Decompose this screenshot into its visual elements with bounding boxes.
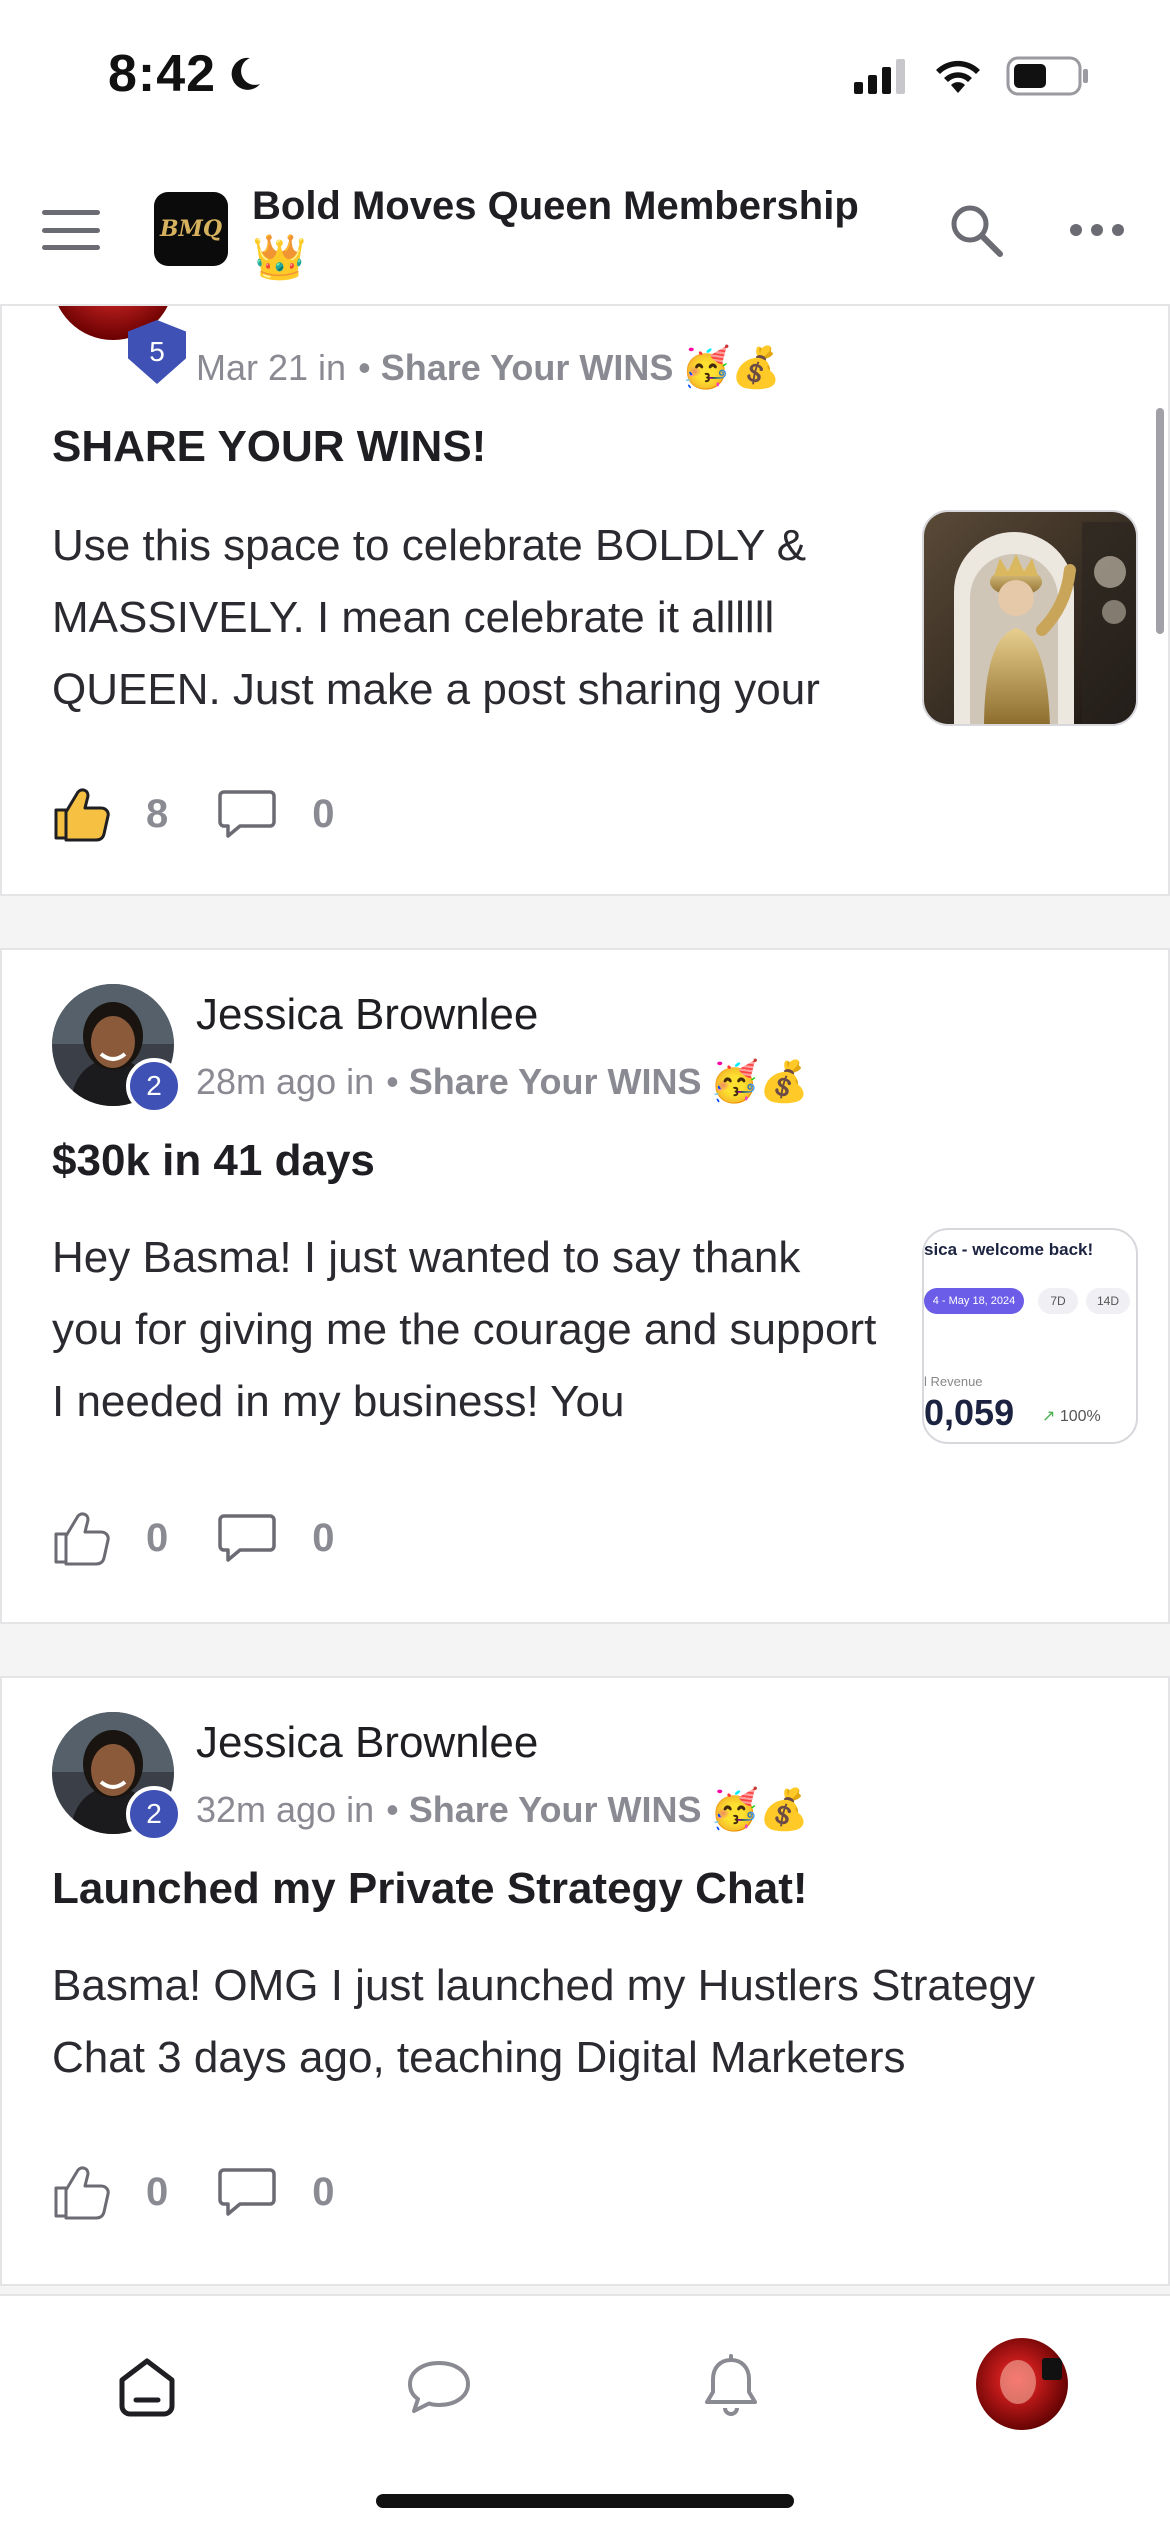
- thumb-greeting: sica - welcome back!: [924, 1240, 1094, 1259]
- nav-home[interactable]: [102, 2342, 192, 2432]
- thumbs-up-icon: [54, 1512, 110, 1566]
- like-count: 8: [146, 791, 169, 836]
- status-time: 8:42: [108, 44, 264, 104]
- status-indicators: [854, 56, 1090, 96]
- post-actions: 0 0: [52, 2164, 385, 2220]
- post-time: 32m ago in: [196, 1788, 375, 1830]
- thumbs-up-icon: [54, 2166, 110, 2220]
- like-button[interactable]: 8: [52, 786, 168, 842]
- like-count: 0: [146, 2169, 169, 2214]
- post-actions: 0 0: [52, 1510, 385, 1566]
- like-count: 0: [146, 1515, 169, 1560]
- level-badge: 2: [126, 1786, 182, 1842]
- post-time: Mar 21 in: [196, 346, 347, 388]
- community-title[interactable]: Bold Moves Queen Membership 👑: [252, 180, 892, 285]
- comment-icon: [218, 2168, 276, 2216]
- meta-separator: •: [386, 1060, 399, 1102]
- like-button[interactable]: 0: [52, 1510, 168, 1566]
- avatar-image: [976, 2338, 1068, 2430]
- post-card[interactable]: 2 Jessica Brownlee 32m ago in • Share Yo…: [0, 1676, 1170, 2286]
- clock: 8:42: [108, 45, 217, 103]
- community-title-text: Bold Moves Queen Membership: [252, 184, 859, 228]
- nav-chat[interactable]: [394, 2342, 484, 2432]
- comment-button[interactable]: 0: [218, 1512, 335, 1564]
- bell-icon: [705, 2354, 757, 2416]
- post-title[interactable]: Launched my Private Strategy Chat!: [52, 1864, 808, 1914]
- moon-icon: [231, 57, 261, 90]
- thumb-revenue-label: l Revenue: [924, 1374, 983, 1389]
- thumb-change-value: 100%: [1059, 1408, 1101, 1425]
- signal-icon: [854, 59, 905, 94]
- comment-count: 0: [312, 1515, 335, 1560]
- post-meta: 28m ago in • Share Your WINS 🥳💰: [196, 1058, 809, 1105]
- chat-icon: [408, 2361, 470, 2413]
- home-icon: [119, 2358, 175, 2417]
- author-name[interactable]: Jessica Brownlee: [196, 1718, 538, 1768]
- battery-icon: [1006, 56, 1088, 96]
- space-emoji: 🥳💰: [709, 1787, 810, 1833]
- comment-button[interactable]: 0: [218, 2166, 335, 2218]
- post-body[interactable]: Use this space to celebrate BOLDLY & MAS…: [52, 510, 882, 726]
- space-link[interactable]: Share Your WINS: [409, 1789, 702, 1831]
- post-body[interactable]: Hey Basma! I just wanted to say thank yo…: [52, 1222, 882, 1438]
- post-title[interactable]: SHARE YOUR WINS!: [52, 422, 486, 472]
- thumb-tab-7d: 7D: [1038, 1288, 1078, 1314]
- thumb-date-range: 4 - May 18, 2024: [924, 1288, 1024, 1314]
- profile-avatar[interactable]: [976, 2338, 1068, 2430]
- like-button[interactable]: 0: [52, 2164, 168, 2220]
- community-logo[interactable]: BMQ: [154, 192, 228, 266]
- post-meta: 32m ago in • Share Your WINS 🥳💰: [196, 1786, 809, 1833]
- space-emoji: 🥳💰: [709, 1059, 810, 1105]
- post-thumbnail[interactable]: sica - welcome back! 4 - May 18, 2024 7D…: [922, 1228, 1138, 1444]
- post-body[interactable]: Basma! OMG I just launched my Hustlers S…: [52, 1950, 1132, 2094]
- space-link[interactable]: Share Your WINS: [381, 347, 674, 389]
- post-thumbnail[interactable]: [922, 510, 1138, 726]
- nav-notifications[interactable]: [686, 2342, 776, 2432]
- comment-icon: [218, 1514, 276, 1562]
- space-emoji: 🥳💰: [681, 345, 782, 391]
- top-header: BMQ Bold Moves Queen Membership 👑: [0, 150, 1170, 306]
- level-badge: 5: [128, 320, 186, 384]
- wifi-icon: [936, 60, 980, 93]
- comment-button[interactable]: 0: [218, 788, 335, 840]
- status-bar: 8:42: [0, 0, 1170, 150]
- meta-separator: •: [386, 1788, 399, 1830]
- comment-count: 0: [312, 791, 335, 836]
- search-icon[interactable]: [946, 200, 1006, 260]
- home-indicator: [376, 2494, 794, 2508]
- comment-icon: [218, 790, 276, 838]
- menu-icon[interactable]: [42, 210, 100, 250]
- thumb-tab-14d: 14D: [1086, 1288, 1130, 1314]
- thumbs-up-icon: [54, 788, 110, 842]
- level-badge: 2: [126, 1058, 182, 1114]
- post-time: 28m ago in: [196, 1060, 375, 1102]
- post-meta: Mar 21 in • Share Your WINS 🥳💰: [196, 344, 781, 391]
- crown-emoji: 👑: [252, 232, 307, 283]
- posts-feed: 5 Mar 21 in • Share Your WINS 🥳💰 SHARE Y…: [0, 306, 1170, 2294]
- comment-count: 0: [312, 2169, 335, 2214]
- meta-separator: •: [358, 346, 371, 388]
- scrollbar[interactable]: [1156, 408, 1164, 634]
- queen-image: [924, 512, 1136, 724]
- post-card[interactable]: 5 Mar 21 in • Share Your WINS 🥳💰 SHARE Y…: [0, 306, 1170, 896]
- thumb-revenue-value: 0,059: [924, 1392, 1015, 1433]
- bottom-nav: [0, 2294, 1170, 2532]
- space-link[interactable]: Share Your WINS: [409, 1061, 702, 1103]
- author-name[interactable]: Jessica Brownlee: [196, 990, 538, 1040]
- post-actions: 8 0: [52, 786, 385, 842]
- post-title[interactable]: $30k in 41 days: [52, 1136, 375, 1186]
- post-card[interactable]: 2 Jessica Brownlee 28m ago in • Share Yo…: [0, 948, 1170, 1624]
- more-options-icon[interactable]: [1070, 220, 1124, 240]
- thumb-change: ↗ 100%: [1042, 1408, 1101, 1425]
- app-screen: 8:42 BMQ Bold Moves Queen Membership 👑 5…: [0, 0, 1170, 2532]
